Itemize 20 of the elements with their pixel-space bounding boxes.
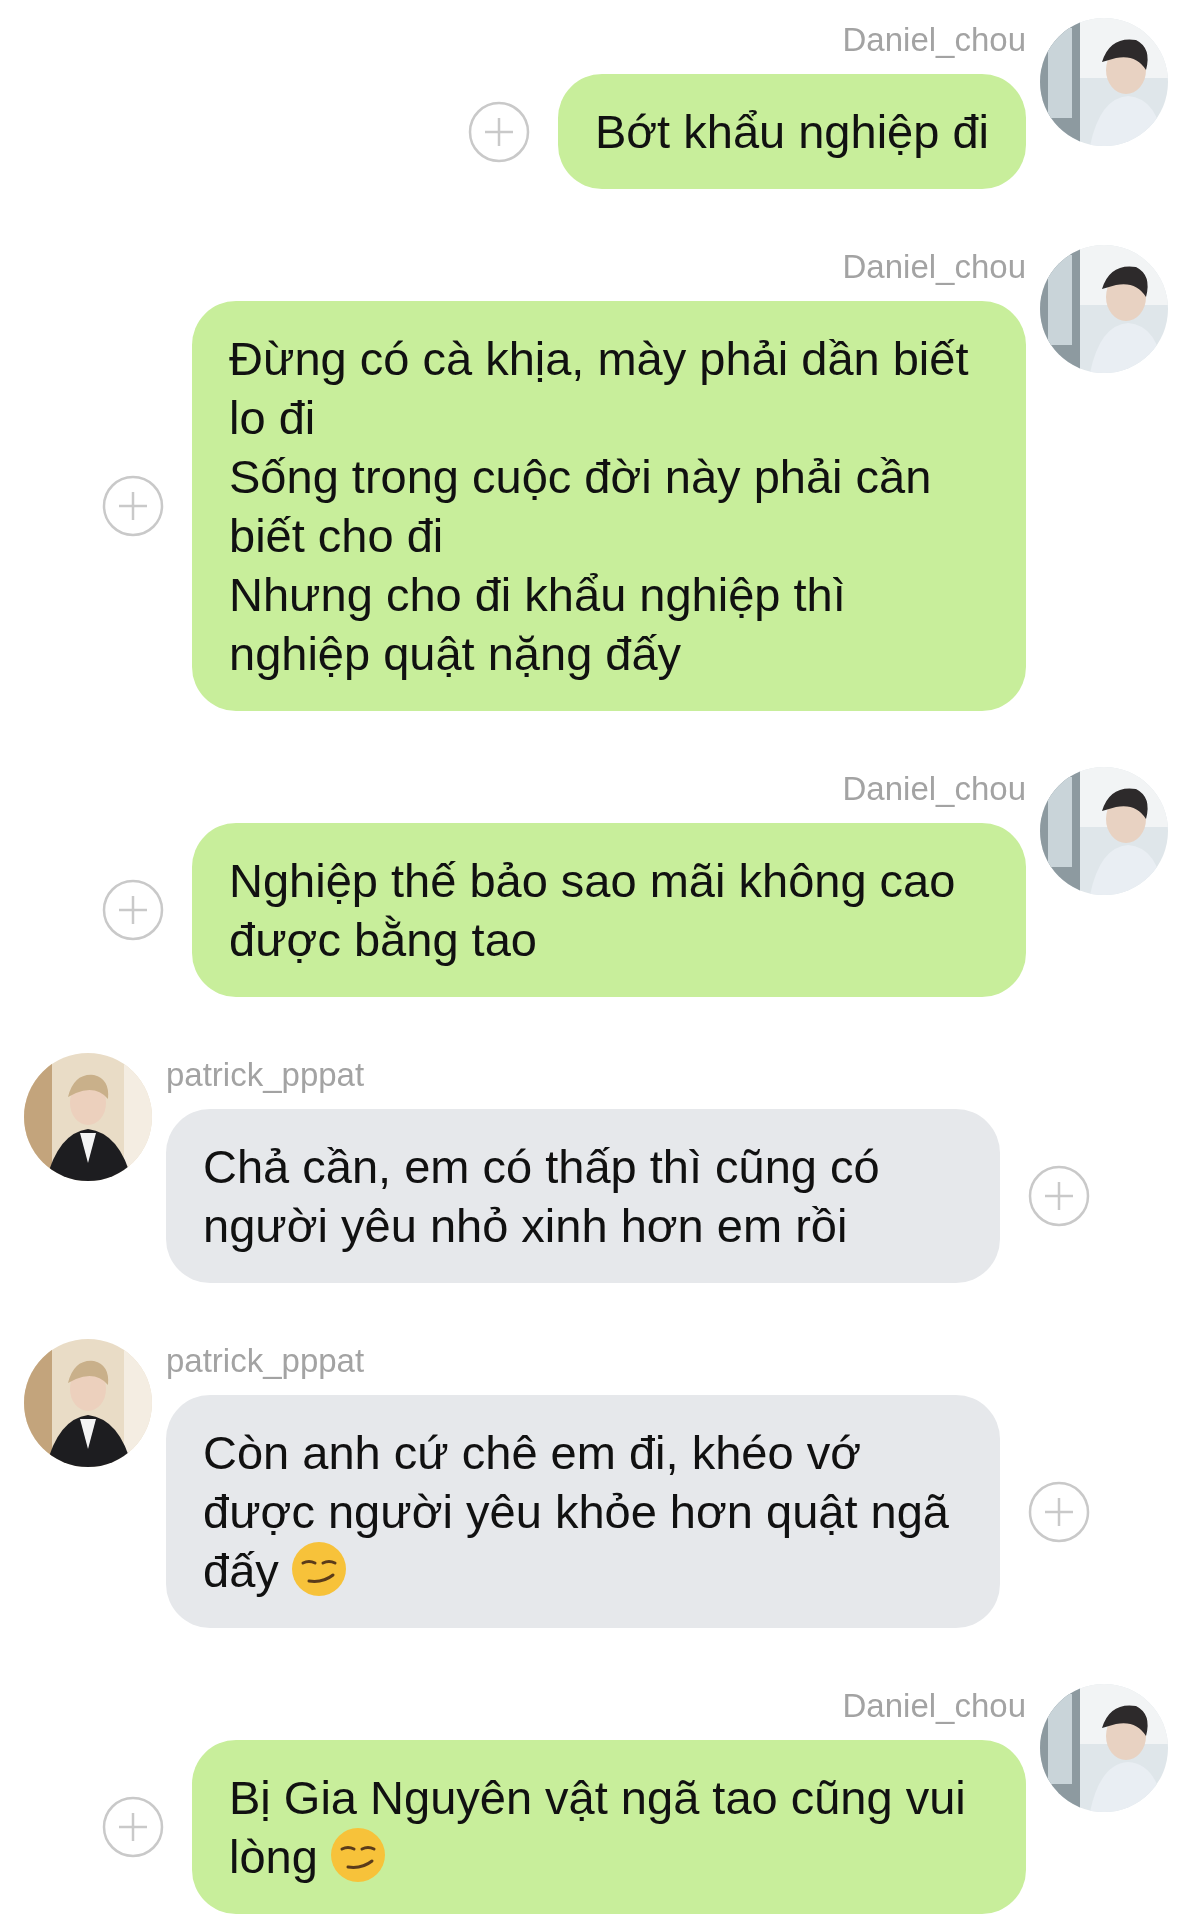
add-button[interactable] <box>102 1796 164 1858</box>
sender-name: Daniel_chou <box>842 1686 1026 1726</box>
sender-name: Daniel_chou <box>842 769 1026 809</box>
message-bubble: Còn anh cứ chê em đi, khéo vớ được người yêu khỏe hơn quật ngã đấy <box>166 1395 1000 1628</box>
message-bubble: Bị Gia Nguyên vật ngã tao cũng vui lòng <box>192 1740 1026 1914</box>
sender-name: Daniel_chou <box>842 247 1026 287</box>
add-button[interactable] <box>467 100 530 163</box>
message-bubble: Nghiệp thế bảo sao mãi không cao được bằng tao <box>192 823 1026 997</box>
sender-name: patrick_pppat <box>166 1055 365 1095</box>
message-bubble: Đừng có cà khịa, mày phải dần biết lo đi Sống trong cuộc đời này phải cần biết cho đi Nhưng cho đi khẩu nghiệp thì nghiệp quật nặng đấy <box>192 301 1026 711</box>
message-bubble: Bớt khẩu nghiệp đi <box>557 74 1026 189</box>
smirking-face-icon <box>290 1541 347 1597</box>
sender-name: Daniel_chou <box>842 20 1026 60</box>
add-button[interactable] <box>102 475 164 537</box>
message-bubble: Chả cần, em có thấp thì cũng có người yêu nhỏ xinh hơn em rồi <box>166 1109 1000 1283</box>
sender-name: patrick_pppat <box>166 1341 365 1381</box>
add-button[interactable] <box>1028 1480 1090 1543</box>
smirking-face-icon <box>329 1827 386 1883</box>
add-button[interactable] <box>102 879 164 941</box>
add-button[interactable] <box>1028 1165 1090 1227</box>
